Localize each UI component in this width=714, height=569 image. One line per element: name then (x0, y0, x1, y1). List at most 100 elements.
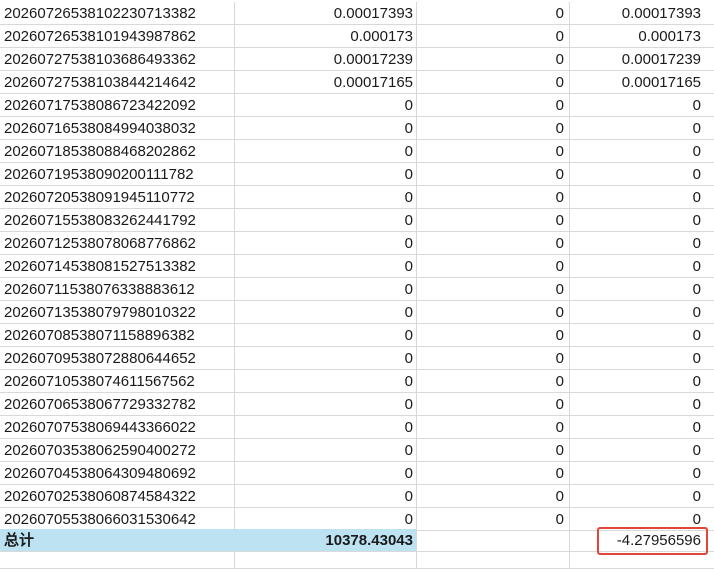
net-cell[interactable]: 0 (570, 278, 714, 301)
adjustment-cell[interactable]: 0 (417, 71, 570, 94)
adjustment-cell[interactable]: 0 (417, 25, 570, 48)
order-id-cell[interactable]: 20260702538060874584322 (0, 485, 235, 508)
adjustment-cell[interactable]: 0 (417, 186, 570, 209)
order-id-cell[interactable]: 20260714538081527513382 (0, 255, 235, 278)
net-cell[interactable]: 0 (570, 163, 714, 186)
adjustment-cell[interactable]: 0 (417, 255, 570, 278)
total-c-cell[interactable] (417, 529, 570, 552)
amount-cell[interactable]: 0 (235, 186, 417, 209)
adjustment-cell[interactable]: 0 (417, 163, 570, 186)
order-id-cell[interactable]: 20260726538101943987862 (0, 25, 235, 48)
total-b-cell[interactable]: 10378.43043 (235, 529, 417, 552)
adjustment-cell[interactable]: 0 (417, 278, 570, 301)
amount-cell[interactable]: 0 (235, 117, 417, 140)
adjustment-cell[interactable]: 0 (417, 140, 570, 163)
amount-cell[interactable]: 0 (235, 416, 417, 439)
amount-cell[interactable]: 0 (235, 324, 417, 347)
order-id-cell[interactable]: 20260703538062590400272 (0, 439, 235, 462)
amount-cell[interactable]: 0 (235, 94, 417, 117)
order-id-cell[interactable]: 20260727538103686493362 (0, 48, 235, 71)
adjustment-cell[interactable]: 0 (417, 485, 570, 508)
order-id-cell[interactable]: 20260705538066031530642 (0, 508, 235, 531)
net-cell[interactable]: 0 (570, 117, 714, 140)
adjustment-cell[interactable]: 0 (417, 117, 570, 140)
order-id-cell[interactable]: 20260716538084994038032 (0, 117, 235, 140)
amount-cell[interactable]: 0.00017393 (235, 2, 417, 25)
net-cell[interactable]: 0.00017239 (570, 48, 714, 71)
net-cell[interactable]: 0 (570, 255, 714, 278)
order-id-cell[interactable]: 20260713538079798010322 (0, 301, 235, 324)
amount-cell[interactable]: 0 (235, 485, 417, 508)
adjustment-cell[interactable]: 0 (417, 2, 570, 25)
net-cell[interactable]: 0 (570, 439, 714, 462)
amount-cell[interactable]: 0 (235, 301, 417, 324)
order-id-cell[interactable]: 20260704538064309480692 (0, 462, 235, 485)
order-id-cell[interactable]: 20260719538090200111782 (0, 163, 235, 186)
order-id-cell[interactable]: 20260708538071158896382 (0, 324, 235, 347)
adjustment-cell[interactable]: 0 (417, 393, 570, 416)
empty-cell[interactable] (417, 552, 570, 569)
net-cell[interactable]: 0.000173 (570, 25, 714, 48)
amount-cell[interactable]: 0 (235, 140, 417, 163)
order-id-cell[interactable]: 20260718538088468202862 (0, 140, 235, 163)
amount-cell[interactable]: 0.000173 (235, 25, 417, 48)
order-id-cell[interactable]: 20260706538067729332782 (0, 393, 235, 416)
adjustment-cell[interactable]: 0 (417, 439, 570, 462)
empty-cell[interactable] (235, 552, 417, 569)
order-id-cell[interactable]: 20260717538086723422092 (0, 94, 235, 117)
total-d-cell[interactable]: -4.27956596 (570, 529, 714, 552)
net-cell[interactable]: 0 (570, 393, 714, 416)
net-cell[interactable]: 0 (570, 94, 714, 117)
adjustment-cell[interactable]: 0 (417, 347, 570, 370)
net-cell[interactable]: 0.00017393 (570, 2, 714, 25)
order-id-cell[interactable]: 20260712538078068776862 (0, 232, 235, 255)
amount-cell[interactable]: 0 (235, 439, 417, 462)
order-id-cell[interactable]: 20260710538074611567562 (0, 370, 235, 393)
amount-cell[interactable]: 0.00017239 (235, 48, 417, 71)
amount-cell[interactable]: 0 (235, 347, 417, 370)
amount-cell[interactable]: 0 (235, 370, 417, 393)
amount-cell[interactable]: 0 (235, 163, 417, 186)
amount-cell[interactable]: 0 (235, 232, 417, 255)
amount-cell[interactable]: 0 (235, 278, 417, 301)
adjustment-cell[interactable]: 0 (417, 209, 570, 232)
order-id-cell[interactable]: 20260707538069443366022 (0, 416, 235, 439)
amount-cell[interactable]: 0 (235, 508, 417, 531)
adjustment-cell[interactable]: 0 (417, 48, 570, 71)
order-id-cell[interactable]: 20260715538083262441792 (0, 209, 235, 232)
net-cell[interactable]: 0 (570, 301, 714, 324)
net-cell[interactable]: 0 (570, 324, 714, 347)
order-id-cell[interactable]: 20260726538102230713382 (0, 2, 235, 25)
net-cell[interactable]: 0 (570, 232, 714, 255)
amount-cell[interactable]: 0.00017165 (235, 71, 417, 94)
amount-cell[interactable]: 0 (235, 255, 417, 278)
adjustment-cell[interactable]: 0 (417, 508, 570, 531)
order-id-cell[interactable]: 20260709538072880644652 (0, 347, 235, 370)
net-cell[interactable]: 0 (570, 209, 714, 232)
net-cell[interactable]: 0 (570, 416, 714, 439)
net-cell[interactable]: 0 (570, 347, 714, 370)
amount-cell[interactable]: 0 (235, 462, 417, 485)
adjustment-cell[interactable]: 0 (417, 324, 570, 347)
amount-cell[interactable]: 0 (235, 393, 417, 416)
net-cell[interactable]: 0 (570, 370, 714, 393)
adjustment-cell[interactable]: 0 (417, 94, 570, 117)
net-cell[interactable]: 0 (570, 508, 714, 531)
net-cell[interactable]: 0 (570, 485, 714, 508)
order-id-cell[interactable]: 20260720538091945110772 (0, 186, 235, 209)
empty-cell[interactable] (570, 552, 714, 569)
net-cell[interactable]: 0 (570, 140, 714, 163)
amount-cell[interactable]: 0 (235, 209, 417, 232)
order-id-cell[interactable]: 20260711538076338883612 (0, 278, 235, 301)
net-cell[interactable]: 0.00017165 (570, 71, 714, 94)
total-label-cell[interactable]: 总计 (0, 529, 235, 552)
empty-cell[interactable] (0, 552, 235, 569)
adjustment-cell[interactable]: 0 (417, 416, 570, 439)
adjustment-cell[interactable]: 0 (417, 462, 570, 485)
net-cell[interactable]: 0 (570, 462, 714, 485)
adjustment-cell[interactable]: 0 (417, 301, 570, 324)
adjustment-cell[interactable]: 0 (417, 370, 570, 393)
order-id-cell[interactable]: 20260727538103844214642 (0, 71, 235, 94)
net-cell[interactable]: 0 (570, 186, 714, 209)
adjustment-cell[interactable]: 0 (417, 232, 570, 255)
